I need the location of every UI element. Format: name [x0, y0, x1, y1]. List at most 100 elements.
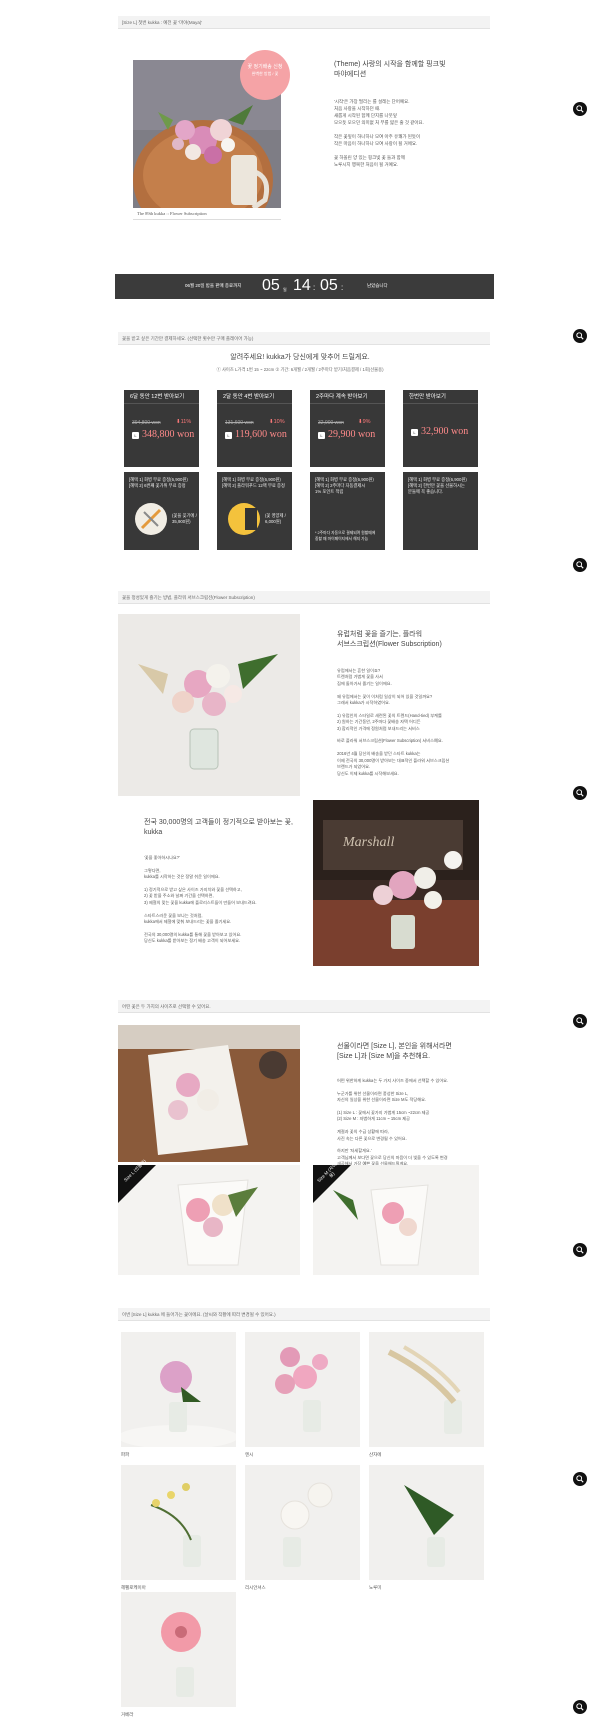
section-title-hero: [Size L] 첫번 kukka : 예전 꽃 '마야(Maya)' — [118, 16, 490, 29]
hero-text-line: 노루시지 행복한 처음이 될 거예요. — [334, 162, 399, 167]
sizes-title-line: 선물이라면 [Size L], 본인을 위해서라면 — [337, 1043, 452, 1050]
search-icon — [576, 1703, 584, 1711]
search-icon — [576, 1017, 584, 1025]
hero-title-line: 마야에디션 — [334, 71, 367, 78]
size-m-badge: Size M (자취생용) — [313, 1159, 351, 1203]
benefit-line: [혜택 2] 플라워푸드 12팩 무료 증정 — [222, 483, 285, 488]
subscribe-circle-sub: 완벽한 방법 / 꽃 — [251, 71, 279, 76]
hero-title-line: (Theme) 사랑의 시작을 함께할 핑크빛 — [334, 61, 446, 68]
flower-photo-fern — [369, 1465, 484, 1580]
search-icon — [576, 1246, 584, 1254]
price-card-6months[interactable]: 6달 동안 12번 받아보기 394,800 won ⬇11% L 348,80… — [124, 390, 199, 467]
benefit-note: 중할 때 마이페이지에서 해지 가능 — [315, 537, 369, 541]
flower-photo-papa — [121, 1332, 236, 1447]
zoom-button[interactable] — [573, 1243, 587, 1257]
flower-photo-ensi — [245, 1332, 360, 1447]
zoom-button[interactable] — [573, 1472, 587, 1486]
hero-text: '시작'은 가장 떨리는 를 설레는 단어예요. 처음 사랑을 시작하던 때. … — [334, 98, 424, 168]
customers-title: 전국 30,000명의 고객들이 정기적으로 받아보는 꽃, kukka — [144, 818, 293, 838]
customers-text: '꽃을 좋아하시나요?' 그렇다면, kukka를 시작하는 것은 정말 쉬운 … — [144, 855, 257, 945]
flower-photo-gerbera — [121, 1592, 236, 1707]
search-icon — [576, 332, 584, 340]
size-m-badge-label: Size M (자취생용) — [316, 1159, 341, 1184]
zoom-button[interactable] — [573, 1700, 587, 1714]
flower-photo-sanjae — [369, 1332, 484, 1447]
flower-svg — [369, 1465, 484, 1580]
svg-text:Marshall: Marshall — [342, 835, 394, 850]
sizes-title-line: [Size L]과 [Size M]을 추천해요. — [337, 1053, 431, 1060]
countdown-days-unit: 일 — [283, 287, 287, 292]
price-card-price: 348,800 won — [142, 429, 195, 440]
customers-line: 3) 제철의 맞는 꽃을 kukka에 플로리스트들이 만들어 보내드려요. — [144, 899, 257, 905]
flower-svg — [121, 1465, 236, 1580]
search-icon — [576, 1475, 584, 1483]
marshall-bouquet-svg: Marshall — [313, 800, 479, 966]
benefit-card-2months: [혜택 1] 화병 무료 증정(6,900원) [혜택 2] 플라워푸드 12팩… — [217, 472, 292, 550]
countdown-label: 06월 20일 밤을 판매 종료까지 — [185, 283, 242, 288]
subscribe-circle[interactable]: 꽃 정기배송 신청 완벽한 방법 / 꽃 — [240, 50, 290, 100]
flower-svg — [121, 1332, 236, 1447]
section-title-flowers: 이번 [Size L] kukka 에 들어가는 꽃이에요. (날씨와 작황에 … — [118, 1308, 490, 1321]
wrapped-bouquet-svg — [118, 1025, 300, 1162]
subscription-title-line: 유럽처럼 꽃을 즐기는, 플라워 — [337, 631, 423, 638]
price-card-discount: ⬇11% — [176, 419, 192, 425]
price-card-price: 32,900 won — [421, 426, 469, 437]
size-label-icon: L — [225, 432, 232, 439]
wrapped-bouquet-photo — [118, 1025, 300, 1162]
benefit-line: [혜택 2] 6번째 꽃가위 무료 증정 — [129, 483, 186, 488]
search-icon — [576, 789, 584, 797]
size-label-icon: L — [132, 432, 139, 439]
price-card-discount: ⬇10% — [269, 419, 285, 425]
hero-text-line: '시작'은 가장 떨리는 를 설레는 단어예요. — [334, 99, 410, 104]
price-card-biweekly[interactable]: 2주마다 계속 받아보기 32,900 won ⬇9% L 29,900 won — [310, 390, 385, 467]
customers-title-line: kukka — [144, 829, 163, 836]
price-card-old: 32,900 won — [318, 420, 344, 426]
flower-label: 노루미 — [369, 1585, 382, 1590]
sizes-title: 선물이라면 [Size L], 본인을 위해서라면 [Size L]과 [Siz… — [337, 1042, 452, 1062]
flower-photo-lisianthus — [245, 1465, 360, 1580]
price-card-title: 6달 동안 12번 받아보기 — [124, 390, 199, 404]
countdown-hours-sep: : — [313, 283, 316, 292]
benefit-line: 1% 포인트 적립 — [315, 489, 344, 494]
benefit-caption: 35,900원) — [172, 519, 191, 524]
countdown-remaining: 남았습니다 — [367, 283, 388, 288]
customers-line: 당신도 kukka를 받아보는 정기 배송 고객이 되어보세요. — [144, 938, 241, 944]
subscription-title-line: 서브스크립션(Flower Subscription) — [337, 641, 442, 648]
page: [Size L] 첫번 kukka : 예전 꽃 '마야(Maya)' 꽃 정기… — [0, 0, 600, 1729]
subscription-line: 당신도 이제 kukka를 시작해보세요. — [337, 770, 399, 776]
price-card-title: 2주마다 계속 받아보기 — [310, 390, 385, 404]
flower-food-image — [228, 503, 260, 535]
subscription-text: 유럽에서는 흔한 일이죠? 트렌처럼 가볍게 꽃을 사서 집에 돌아가서 즐기는… — [337, 668, 449, 777]
price-card-old: 394,800 won — [132, 420, 161, 426]
flower-svg — [245, 1332, 360, 1447]
price-card-once[interactable]: 한번만 받아보기 L 32,900 won — [403, 390, 478, 467]
hero-text-line: 모으듯 모으던 의미없 처 부를 얇은 줄 것 같아요. — [334, 120, 424, 125]
price-card-discount-value: 11% — [180, 419, 192, 425]
price-card-2months[interactable]: 2달 동안 4번 받아보기 131,600 won ⬇10% L 119,600… — [217, 390, 292, 467]
countdown-hours: 14 — [293, 277, 311, 294]
hero-text-line — [334, 126, 424, 133]
benefit-card-6months: [혜택 1] 화병 무료 증정(6,900원) [혜택 2] 6번째 꽃가위 무… — [124, 472, 199, 550]
search-icon — [576, 561, 584, 569]
flower-label: 파파 — [121, 1452, 130, 1457]
zoom-button[interactable] — [573, 102, 587, 116]
countdown-bar: 06월 20일 밤을 판매 종료까지 05 일 14 : 05 : 남았습니다 — [115, 274, 494, 299]
flower-svg — [121, 1592, 236, 1707]
bouquet-vase-svg — [118, 614, 300, 796]
price-card-title: 2달 동안 4번 받아보기 — [217, 390, 292, 404]
zoom-button[interactable] — [573, 558, 587, 572]
zoom-button[interactable] — [573, 329, 587, 343]
zoom-button[interactable] — [573, 1014, 587, 1028]
flower-photo-hypericum — [121, 1465, 236, 1580]
scissors-image — [135, 503, 167, 535]
sizes-line: 어떤 위한하게 kukka는 두 가지 사이즈 중에서 선택할 수 있어요. — [337, 1078, 449, 1083]
benefit-card-once: [혜택 1] 화병 무료 증정(6,900원) [혜택 2] 한번만 꽃을 선물… — [403, 472, 478, 550]
hero-text-line: 작은 꽃잎이 하나하나 모여 아주 유쾌가 된듯이 — [334, 134, 421, 139]
section-title-pricing: 꽃을 받고 싶은 기간만 결제하세요. (선택한 횟수만 구매 플레이어 가능) — [118, 332, 490, 345]
countdown-mins: 05 — [320, 277, 338, 294]
size-label-icon: L — [318, 432, 325, 439]
price-card-price: 29,900 won — [328, 429, 376, 440]
price-card-discount-value: 10% — [273, 419, 285, 425]
zoom-button[interactable] — [573, 786, 587, 800]
price-card-title: 한번만 받아보기 — [403, 390, 478, 404]
